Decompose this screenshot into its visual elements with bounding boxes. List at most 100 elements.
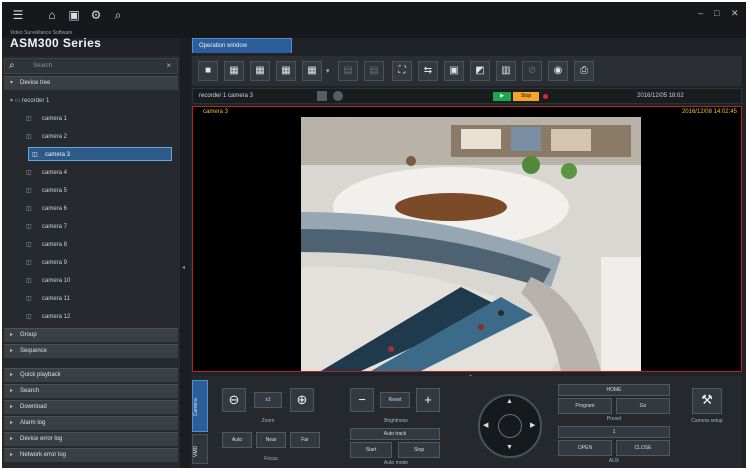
aux-open-button[interactable]: OPEN bbox=[558, 440, 612, 456]
arrow-up-icon[interactable]: ▲ bbox=[506, 398, 513, 405]
tree-camera[interactable]: ◫ camera 7 bbox=[4, 220, 178, 234]
live-status-badge: Stop bbox=[513, 92, 539, 101]
clip-icon[interactable]: ▥ bbox=[496, 61, 516, 81]
tree-camera[interactable]: ◫ camera 9 bbox=[4, 256, 178, 270]
layout-16-button[interactable]: ▦ bbox=[276, 61, 296, 81]
auto-stop-button[interactable]: Stop bbox=[398, 442, 440, 458]
close-button[interactable]: ✕ bbox=[731, 8, 739, 19]
camera-icon: ◫ bbox=[26, 314, 32, 320]
tree-camera[interactable]: ◫ camera 4 bbox=[4, 166, 178, 180]
close-search-icon[interactable]: × bbox=[166, 61, 171, 70]
tree-camera-selected[interactable]: ◫ camera 3 bbox=[28, 147, 172, 161]
monitor-icon[interactable]: ⌂ bbox=[44, 8, 60, 22]
preset-program-button[interactable]: Program bbox=[558, 398, 612, 414]
zoom-in-button[interactable]: ⊕ bbox=[290, 388, 314, 412]
search-icon[interactable]: ⌕ bbox=[110, 8, 126, 22]
tree-camera[interactable]: ◫ camera 12 bbox=[4, 310, 178, 324]
tab-operation-window[interactable]: Operation window bbox=[192, 38, 292, 53]
menu-icon[interactable]: ☰ bbox=[10, 8, 26, 22]
layout-more-button[interactable]: ▦ bbox=[302, 61, 322, 81]
minimize-button[interactable]: – bbox=[698, 8, 703, 18]
layout-9-button[interactable]: ▦ bbox=[250, 61, 270, 81]
fullscreen-icon[interactable]: ⛶ bbox=[392, 61, 412, 81]
camera-icon: ◫ bbox=[26, 134, 32, 140]
collapse-panel-icon[interactable]: ⌃ bbox=[468, 374, 473, 381]
tree-camera[interactable]: ◫ camera 5 bbox=[4, 184, 178, 198]
group-header[interactable]: ▸ Group bbox=[4, 328, 178, 342]
info-icon bbox=[317, 91, 327, 101]
tree-camera[interactable]: ◫ camera 2 bbox=[4, 130, 178, 144]
focus-near-button[interactable]: Near bbox=[256, 432, 286, 448]
tree-camera[interactable]: ◫ camera 6 bbox=[4, 202, 178, 216]
settings-icon[interactable]: ⚙ bbox=[88, 8, 104, 22]
arrow-down-icon[interactable]: ▼ bbox=[506, 444, 513, 451]
layout-4-button[interactable]: ▦ bbox=[224, 61, 244, 81]
maximize-button[interactable]: □ bbox=[714, 8, 719, 18]
tree-recorder[interactable]: ▾ ▭ recorder 1 bbox=[4, 94, 178, 108]
layout-1-button[interactable]: ■ bbox=[198, 61, 218, 81]
display-icon[interactable]: ▣ bbox=[66, 8, 82, 22]
zoom-x1-button[interactable]: x1 bbox=[254, 392, 282, 408]
info-bar: recorder 1 camera 3 ▶ Stop 2016/12/05 18… bbox=[192, 88, 742, 104]
tree-camera[interactable]: ◫ camera 8 bbox=[4, 238, 178, 252]
video-timestamp: 2016/12/08 14:02:45 bbox=[681, 109, 737, 115]
focus-far-button[interactable]: Far bbox=[290, 432, 320, 448]
print-icon[interactable]: ⎙ bbox=[574, 61, 594, 81]
link-icon[interactable]: ⊘ bbox=[522, 61, 542, 81]
search-header[interactable]: ▸ Search bbox=[4, 384, 178, 398]
network-error-log-header[interactable]: ▸ Network error log bbox=[4, 448, 178, 462]
layout-toolbar: ■ ▦ ▦ ▦ ▦ ▾ ▤ ▤ ⛶ ⇆ ▣ ◩ ▥ ⊘ ◉ ⎙ bbox=[192, 56, 742, 86]
arrow-right-icon[interactable]: ▶ bbox=[530, 421, 535, 429]
left-panel: ⌕ Search × ▾ Device tree ▾ ▭ recorder 1 ◫ c… bbox=[2, 56, 180, 468]
prev-page-button[interactable]: ▤ bbox=[338, 61, 358, 81]
chevron-right-icon: ▸ bbox=[10, 452, 14, 458]
ptz-joystick[interactable]: ▲ ▼ ◀ ▶ bbox=[478, 394, 542, 458]
brightness-reset-button[interactable]: Reset bbox=[380, 392, 410, 408]
zoom-out-button[interactable]: ⊖ bbox=[222, 388, 246, 412]
brightness-minus-button[interactable]: − bbox=[350, 388, 374, 412]
chevron-right-icon: ▸ bbox=[10, 388, 14, 394]
tab-vmd[interactable]: VMD bbox=[192, 434, 208, 464]
wrench-icon[interactable]: ⚒ bbox=[692, 388, 722, 414]
dropdown-icon[interactable]: ▾ bbox=[326, 67, 330, 75]
search-input[interactable]: Search bbox=[33, 63, 52, 69]
chevron-down-icon: ▾ bbox=[10, 80, 14, 86]
brightness-plus-button[interactable]: + bbox=[416, 388, 440, 412]
camera-path: recorder 1 camera 3 bbox=[199, 93, 254, 99]
auto-mode-label: Auto mode bbox=[383, 460, 409, 466]
next-page-button[interactable]: ▤ bbox=[364, 61, 384, 81]
download-header[interactable]: ▸ Download bbox=[4, 400, 178, 414]
device-tree-header[interactable]: ▾ Device tree bbox=[4, 76, 178, 90]
tab-camera[interactable]: Camera bbox=[192, 380, 208, 432]
brightness-label: Brightness bbox=[384, 418, 408, 424]
auto-mode-select[interactable]: Auto track bbox=[350, 428, 440, 440]
camera-icon: ◫ bbox=[26, 188, 32, 194]
arrow-left-icon[interactable]: ◀ bbox=[483, 421, 488, 429]
video-pane[interactable]: camera 3 2016/12/08 14:02:45 bbox=[192, 106, 742, 372]
auto-start-button[interactable]: Start bbox=[350, 442, 392, 458]
camera-snapshot-icon[interactable]: ◉ bbox=[548, 61, 568, 81]
search-box[interactable]: ⌕ Search × bbox=[4, 58, 178, 74]
slideshow-icon[interactable]: ▣ bbox=[444, 61, 464, 81]
alarm-log-header[interactable]: ▸ Alarm log bbox=[4, 416, 178, 430]
device-error-log-header[interactable]: ▸ Device error log bbox=[4, 432, 178, 446]
tree-camera[interactable]: ◫ camera 11 bbox=[4, 292, 178, 306]
search-icon: ⌕ bbox=[9, 60, 15, 71]
preset-go-button[interactable]: Go bbox=[616, 398, 670, 414]
joystick-center[interactable] bbox=[498, 414, 522, 438]
tab-camera-label: Camera bbox=[193, 398, 199, 416]
tab-label: Operation window bbox=[199, 43, 248, 49]
sequence-header[interactable]: ▸ Sequence bbox=[4, 344, 178, 358]
aux-select[interactable]: 1 bbox=[558, 426, 670, 438]
focus-auto-button[interactable]: Auto bbox=[222, 432, 252, 448]
compare-icon[interactable]: ⇆ bbox=[418, 61, 438, 81]
chevron-right-icon: ▸ bbox=[10, 332, 14, 338]
chevron-right-icon: ▸ bbox=[10, 436, 14, 442]
panel-splitter[interactable]: ◂ bbox=[180, 38, 190, 468]
tree-camera[interactable]: ◫ camera 1 bbox=[4, 112, 178, 126]
map-icon[interactable]: ◩ bbox=[470, 61, 490, 81]
preset-select[interactable]: HOME bbox=[558, 384, 670, 396]
tree-camera[interactable]: ◫ camera 10 bbox=[4, 274, 178, 288]
quick-playback-header[interactable]: ▸ Quick playback bbox=[4, 368, 178, 382]
aux-close-button[interactable]: CLOSE bbox=[616, 440, 670, 456]
